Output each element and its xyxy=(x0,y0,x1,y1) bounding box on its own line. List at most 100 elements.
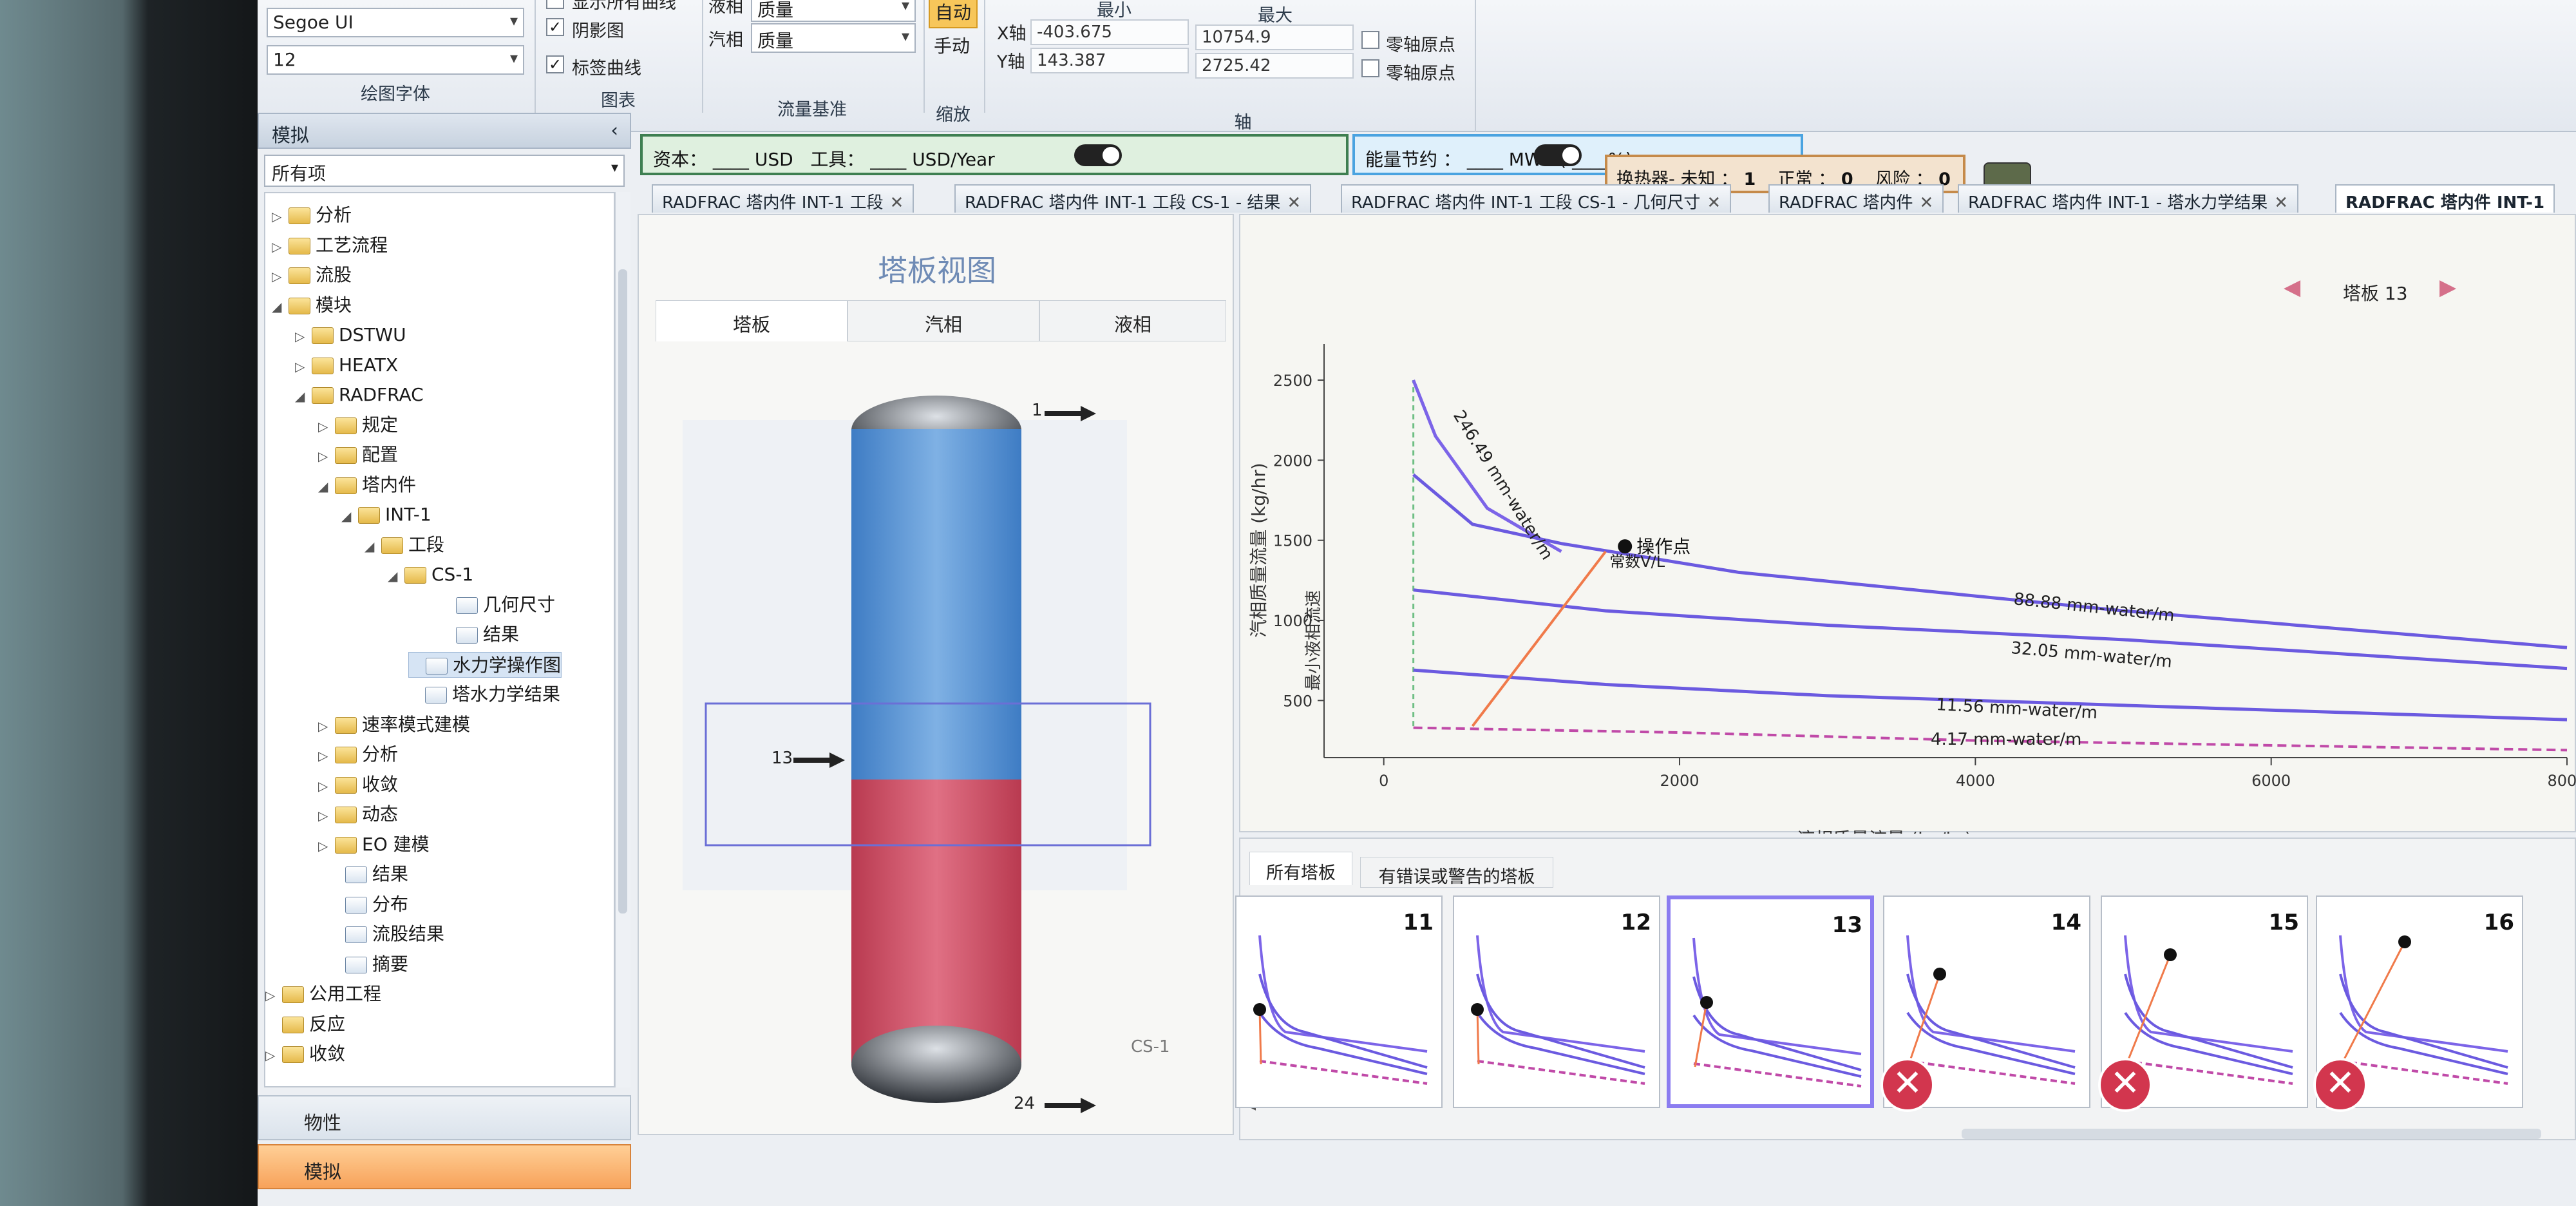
expand-arrow-icon[interactable]: ▷ xyxy=(272,263,289,289)
tab-internals[interactable]: RADFRAC 塔内件 ✕ xyxy=(1768,184,1944,213)
expand-arrow-icon[interactable]: ▷ xyxy=(295,354,312,379)
expand-arrow-icon[interactable]: ▷ xyxy=(318,713,335,739)
tree-item[interactable]: ◢ RADFRAC xyxy=(295,382,424,408)
close-icon[interactable]: ✕ xyxy=(1920,193,1934,213)
expand-arrow-icon[interactable]: ▷ xyxy=(318,414,335,439)
expand-arrow-icon[interactable]: ◢ xyxy=(341,503,358,529)
expand-arrow-icon[interactable]: ▷ xyxy=(265,1042,282,1068)
tree-item[interactable]: ▷ DSTWU xyxy=(295,322,406,348)
liquid-basis-select[interactable]: 质量 xyxy=(751,0,916,22)
tree-item[interactable]: ◢ 塔内件 xyxy=(318,472,416,498)
thumb-scrollbar[interactable] xyxy=(1962,1129,2541,1139)
tree-item[interactable]: ▷ 工艺流程 xyxy=(272,233,388,258)
tray-thumbnail[interactable]: 12 xyxy=(1453,895,1660,1108)
tray-thumbnail[interactable]: 13 xyxy=(1667,895,1874,1108)
expand-arrow-icon[interactable]: ▷ xyxy=(318,743,335,769)
scrollbar-thumb[interactable] xyxy=(618,269,627,914)
tab-all-trays[interactable]: 所有塔板 xyxy=(1249,852,1352,885)
tree-item[interactable]: 结果 xyxy=(328,861,408,887)
nav-button-properties[interactable]: 物性 xyxy=(258,1095,631,1140)
zero-origin-y-checkbox[interactable] xyxy=(1361,59,1379,77)
expand-arrow-icon[interactable]: ▷ xyxy=(318,443,335,469)
tab-tray[interactable]: 塔板 xyxy=(656,300,848,341)
tray-thumbnail[interactable]: 15 ✕ xyxy=(2098,895,2308,1112)
feed-arrow-top xyxy=(1045,406,1096,421)
tree-item[interactable]: ◢ 工段 xyxy=(365,532,444,558)
utility-unit: USD/Year xyxy=(912,149,995,170)
tree-item[interactable]: 流股结果 xyxy=(328,921,444,947)
capital-cost-bar: 资本： ____ USD 工具： ____ USD/Year xyxy=(640,134,1349,175)
expand-arrow-icon[interactable]: ▷ xyxy=(318,773,335,799)
tab-cs1-results[interactable]: RADFRAC 塔内件 INT-1 工段 CS-1 - 结果 ✕ xyxy=(954,184,1312,213)
tree-item[interactable]: 反应 xyxy=(265,1011,345,1037)
font-name-select[interactable]: Segoe UI xyxy=(267,8,524,37)
tree-scrollbar[interactable] xyxy=(615,192,630,1087)
tree-item[interactable]: ▷ 公用工程 xyxy=(265,981,381,1007)
tree-item[interactable]: 摘要 xyxy=(328,952,408,977)
y-max-field[interactable]: 2725.42 xyxy=(1195,53,1354,79)
label-curves-checkbox[interactable]: ✓ xyxy=(546,55,564,73)
expand-arrow-icon[interactable]: ▷ xyxy=(265,982,282,1008)
expand-arrow-icon[interactable]: ◢ xyxy=(295,383,312,409)
tab-hydraulics-results[interactable]: RADFRAC 塔内件 INT-1 - 塔水力学结果 ✕ xyxy=(1958,184,2299,213)
tree-item[interactable]: ◢ CS-1 xyxy=(388,562,473,588)
tray-thumbnail[interactable]: 16 ✕ xyxy=(2313,895,2523,1112)
tree-item[interactable]: ◢ 模块 xyxy=(272,292,352,318)
tree-item[interactable]: ▷ 规定 xyxy=(318,412,398,438)
expand-arrow-icon[interactable]: ◢ xyxy=(272,294,289,320)
expand-arrow-icon[interactable]: ▷ xyxy=(318,833,335,859)
tab-vapor[interactable]: 汽相 xyxy=(848,300,1039,341)
show-all-curves-checkbox[interactable] xyxy=(546,0,564,9)
collapse-nav-icon[interactable]: ‹ xyxy=(611,119,618,141)
tree-item[interactable]: 分布 xyxy=(328,892,408,917)
vapor-basis-select[interactable]: 质量 xyxy=(751,23,916,53)
tree-item[interactable]: ▷ 动态 xyxy=(318,801,398,827)
expand-arrow-icon[interactable]: ▷ xyxy=(295,323,312,349)
expand-arrow-icon[interactable]: ▷ xyxy=(272,204,289,229)
tree-item[interactable]: 水力学操作图 xyxy=(408,651,562,678)
shadow-checkbox[interactable]: ✓ xyxy=(546,18,564,36)
tree-item[interactable]: ▷ EO 建模 xyxy=(318,832,430,857)
nav-filter-select[interactable]: 所有项 ▾ xyxy=(264,155,625,187)
capital-toggle[interactable] xyxy=(1074,144,1122,166)
close-icon[interactable]: ✕ xyxy=(1707,193,1721,213)
tree-item[interactable]: ▷ 收敛 xyxy=(265,1041,345,1067)
tray-thumbnail[interactable]: 11 xyxy=(1235,895,1443,1108)
tree-item[interactable]: ◢ INT-1 xyxy=(341,502,431,528)
close-icon[interactable]: ✕ xyxy=(1287,193,1301,213)
tree-item[interactable]: ▷ 分析 xyxy=(318,742,398,767)
close-icon[interactable]: ✕ xyxy=(890,193,904,213)
tree-item[interactable]: ▷ 收敛 xyxy=(318,772,398,798)
x-max-field[interactable]: 10754.9 xyxy=(1195,24,1354,50)
tab-int1-section[interactable]: RADFRAC 塔内件 INT-1 工段 ✕ xyxy=(652,184,914,213)
nav-button-simulation[interactable]: 模拟 xyxy=(258,1144,631,1189)
energy-toggle[interactable] xyxy=(1534,144,1582,166)
tree-item[interactable]: ▷ 流股 xyxy=(272,262,352,288)
expand-arrow-icon[interactable]: ▷ xyxy=(272,234,289,260)
tree-item[interactable]: ▷ HEATX xyxy=(295,352,398,378)
font-size-select[interactable]: 12 xyxy=(267,45,524,75)
expand-arrow-icon[interactable]: ◢ xyxy=(388,563,404,589)
tray-thumbnail[interactable]: 14 ✕ xyxy=(1880,895,2090,1112)
tree-item[interactable]: ▷ 分析 xyxy=(272,202,352,228)
close-icon[interactable]: ✕ xyxy=(2274,193,2288,213)
zero-origin-x-checkbox[interactable] xyxy=(1361,31,1379,49)
tree-item[interactable]: ▷ 速率模式建模 xyxy=(318,712,470,738)
utility-label: 工具： xyxy=(810,149,865,170)
tab-error-trays[interactable]: 有错误或警告的塔板 xyxy=(1360,857,1553,888)
tree-item[interactable]: 塔水力学结果 xyxy=(408,682,560,707)
tree-item[interactable]: 几何尺寸 xyxy=(439,592,555,618)
tab-liquid[interactable]: 液相 xyxy=(1039,300,1226,341)
expand-arrow-icon[interactable]: ◢ xyxy=(365,533,381,559)
zoom-auto-button[interactable]: 自动 xyxy=(929,0,978,28)
y-min-field[interactable]: 143.387 xyxy=(1030,48,1189,73)
tab-cs1-geometry[interactable]: RADFRAC 塔内件 INT-1 工段 CS-1 - 几何尺寸 ✕ xyxy=(1341,184,1732,213)
folder-icon xyxy=(335,747,357,763)
expand-arrow-icon[interactable]: ▷ xyxy=(318,803,335,828)
tab-int1-active[interactable]: RADFRAC 塔内件 INT-1 xyxy=(2335,184,2555,213)
x-min-field[interactable]: -403.675 xyxy=(1030,19,1189,45)
tree-item[interactable]: 结果 xyxy=(439,622,519,647)
expand-arrow-icon[interactable]: ◢ xyxy=(318,474,335,499)
zoom-manual-button[interactable]: 手动 xyxy=(929,30,975,61)
tree-item[interactable]: ▷ 配置 xyxy=(318,442,398,468)
